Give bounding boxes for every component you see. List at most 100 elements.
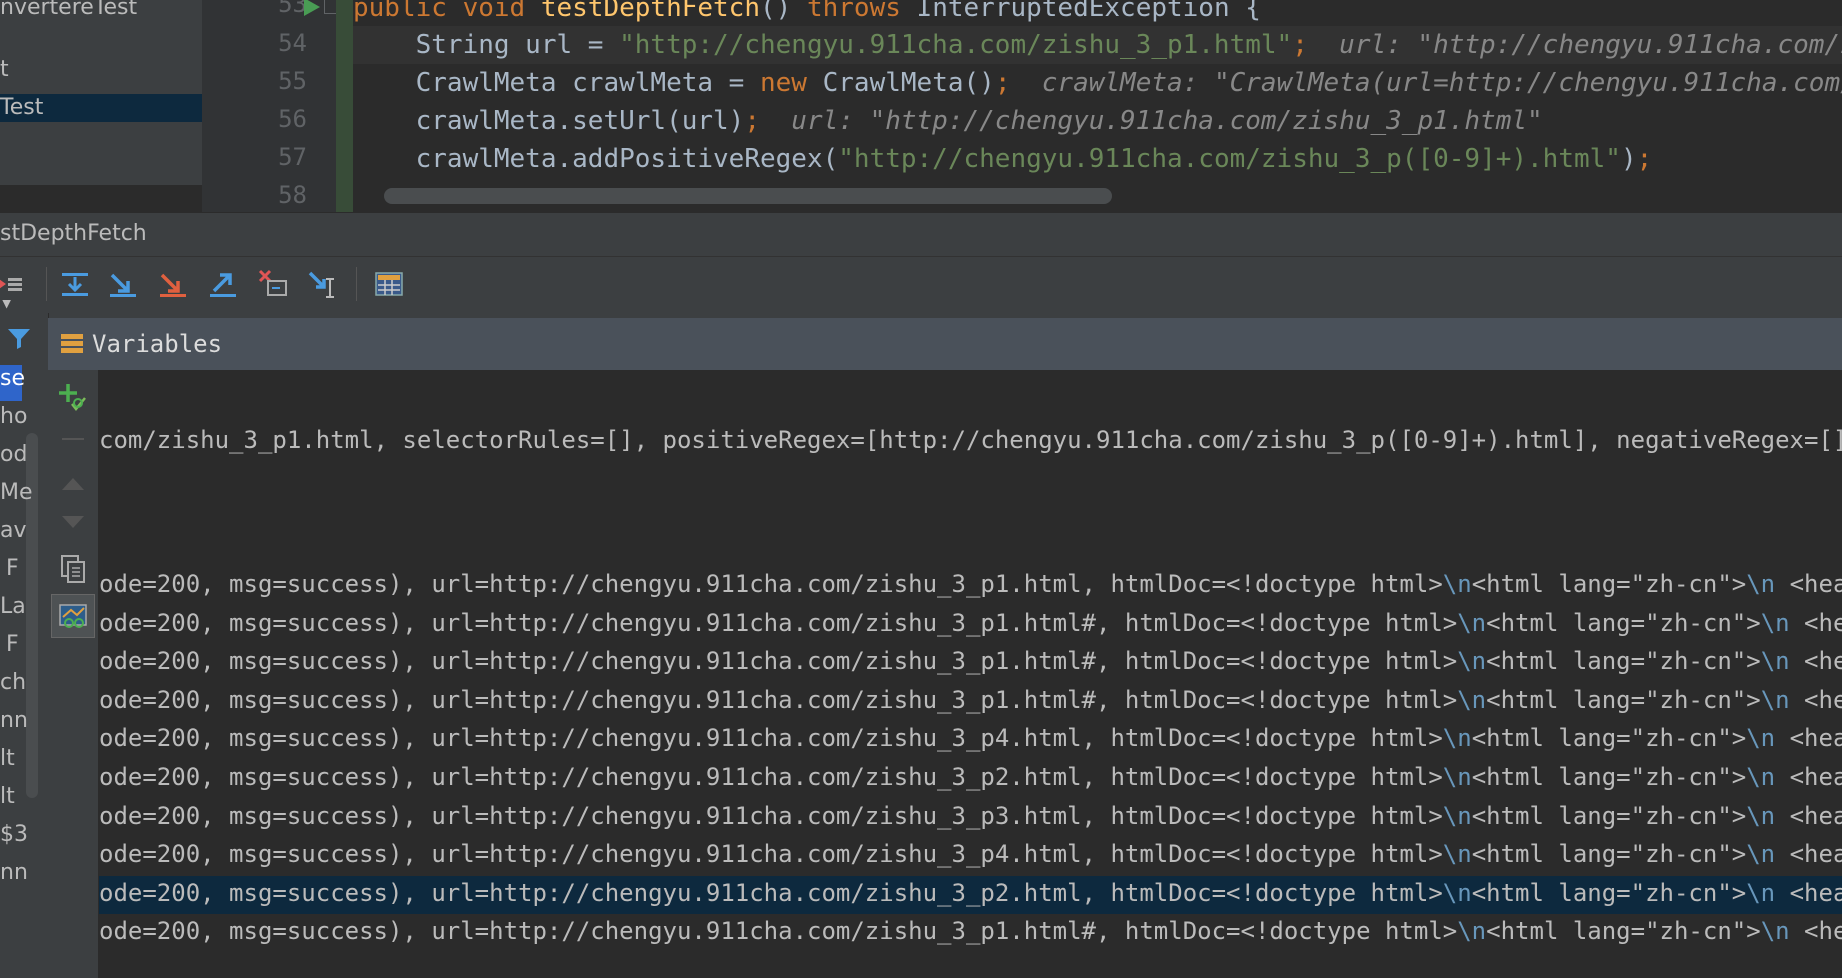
frames-list[interactable]: ▾ se ho od Me av F La F ch nn lt lt $3 n… [0, 291, 49, 978]
variables-tree[interactable]: com/zishu_3_p1.html, selectorRules=[], p… [99, 370, 1842, 978]
copy-icon[interactable] [58, 554, 88, 584]
frame-item[interactable]: av [0, 518, 27, 543]
result-row[interactable]: ode=200, msg=success), url=http://chengy… [99, 682, 1842, 718]
result-row[interactable]: ode=200, msg=success), url=http://chengy… [99, 720, 1842, 756]
result-row[interactable]: ode=200, msg=success), url=http://chengy… [99, 566, 1842, 602]
result-row[interactable]: ode=200, msg=success), url=http://chengy… [99, 759, 1842, 795]
code-token: "http://chengyu.911cha.com/zishu_3_p([0-… [838, 144, 1621, 174]
result-row[interactable]: ode=200, msg=success), url=http://chengy… [99, 643, 1842, 679]
show-watches-toggle[interactable] [51, 594, 95, 638]
remove-watch-icon[interactable] [62, 438, 84, 440]
code-token: ; [744, 106, 760, 136]
result-row-fragment: ode=200, msg=success), url=http://chengy… [99, 685, 1458, 714]
variables-panel-icon [61, 334, 83, 353]
tree-item[interactable]: nvertereTest [0, 0, 137, 22]
editor-area: nvertereTest t Test 53 54 55 56 57 58 pu… [0, 0, 1842, 212]
result-row[interactable]: ode=200, msg=success), url=http://chengy… [99, 798, 1842, 834]
vcs-change-marker [336, 0, 353, 212]
result-row-fragment: <head> [1804, 685, 1842, 714]
debug-toolbar [0, 256, 1842, 314]
step-over-icon[interactable] [106, 267, 140, 301]
result-row[interactable]: ode=200, msg=success), url=http://chengy… [99, 913, 1842, 949]
drop-frame-icon[interactable] [256, 267, 290, 301]
code-token: CrawlMeta crawlMeta = [353, 68, 760, 98]
code-token: String url = [353, 30, 620, 60]
variable-crawl-meta-value[interactable]: com/zishu_3_p1.html, selectorRules=[], p… [99, 422, 1842, 458]
result-row[interactable]: ode=200, msg=success), url=http://chengy… [99, 605, 1842, 641]
result-row-fragment: \n [1442, 801, 1472, 830]
result-row-fragment: <head> [1804, 917, 1842, 946]
result-row-fragment: ode=200, msg=success), url=http://chengy… [99, 917, 1458, 946]
show-execution-point-icon[interactable] [58, 267, 92, 301]
result-row-fragment: \n [1746, 724, 1776, 753]
result-row-fragment: <html lang="zh-cn"> [1471, 878, 1747, 907]
result-row[interactable]: ode=200, msg=success), url=http://chengy… [99, 836, 1842, 872]
result-row-fragment: \n [1442, 878, 1472, 907]
frame-item[interactable]: $3 [0, 822, 28, 847]
result-row-fragment: <head> [1789, 570, 1842, 598]
filter-icon[interactable] [6, 325, 32, 351]
code-line[interactable]: CrawlMeta crawlMeta = new CrawlMeta(); c… [353, 64, 1842, 102]
code-editor[interactable]: public void testDepthFetch() throws Inte… [353, 0, 1842, 212]
line-number: 58 [278, 181, 307, 209]
result-row-fragment: \n [1760, 608, 1790, 637]
frame-item[interactable]: Me [0, 480, 33, 505]
result-row-fragment: \n [1760, 917, 1790, 946]
horizontal-scrollbar[interactable] [384, 188, 1112, 204]
code-token: ) [1620, 144, 1637, 174]
result-row-fragment: ode=200, msg=success), url=http://chengy… [99, 801, 1443, 830]
result-row-fragment: <head> [1804, 647, 1842, 676]
code-token: ; [1636, 144, 1653, 174]
code-token: crawlMeta.addPositiveRegex( [353, 144, 839, 174]
frame-item[interactable]: ho [0, 404, 27, 429]
line-number: 56 [278, 105, 307, 133]
line-number: 57 [278, 143, 307, 171]
code-token: crawlMeta.setUrl(url) [353, 106, 745, 136]
code-token: InterruptedException { [916, 0, 1261, 23]
frame-item[interactable]: nn [0, 860, 28, 885]
frame-item[interactable]: od [0, 442, 27, 467]
result-row-fragment: ode=200, msg=success), url=http://chengy… [99, 724, 1443, 753]
frame-item[interactable]: ch [0, 670, 26, 695]
evaluate-expression-icon[interactable] [372, 267, 406, 301]
tree-item-selected[interactable]: Test [0, 94, 202, 122]
code-token: throws [806, 0, 917, 23]
debug-session-title[interactable]: stDepthFetch [0, 221, 147, 246]
code-line[interactable]: crawlMeta.setUrl(url); url: "http://chen… [353, 102, 1543, 140]
code-line[interactable]: crawlMeta.addPositiveRegex("http://cheng… [353, 140, 1653, 178]
code-line[interactable]: public void testDepthFetch() throws Inte… [353, 0, 1261, 27]
move-up-icon[interactable] [62, 478, 84, 490]
step-into-icon[interactable] [156, 267, 190, 301]
project-tree[interactable]: nvertereTest t Test [0, 0, 202, 185]
frame-item[interactable]: lt [0, 784, 15, 809]
move-down-icon[interactable] [62, 516, 84, 528]
code-line-current[interactable]: String url = "http://chengyu.911cha.com/… [353, 26, 1842, 64]
code-token: () [760, 0, 807, 23]
debug-tab-bar: stDepthFetch [0, 212, 1842, 257]
frame-item[interactable]: se [0, 366, 25, 391]
new-watch-icon[interactable] [58, 382, 88, 412]
result-row[interactable]: ode=200, msg=success), url=http://chengy… [99, 875, 1842, 911]
result-row-fragment: <html lang="zh-cn"> [1486, 685, 1761, 714]
frame-item[interactable]: lt [0, 746, 15, 771]
step-out-icon[interactable] [206, 267, 240, 301]
tree-item-label: Test [0, 95, 44, 120]
frame-item[interactable]: F [6, 632, 19, 657]
variables-actions [48, 370, 99, 978]
result-row-fragment: \n [1457, 917, 1487, 946]
line-gutter[interactable]: 53 54 55 56 57 58 [232, 0, 347, 212]
result-row-fragment: \n [1457, 685, 1487, 714]
result-row-fragment: <html lang="zh-cn"> [1471, 840, 1747, 869]
result-row-fragment: <html lang="zh-cn"> [1486, 647, 1761, 676]
toolbar-separator [356, 267, 357, 301]
tree-item[interactable]: t [0, 56, 9, 84]
code-token: new [760, 68, 823, 98]
run-to-cursor-icon[interactable] [306, 267, 340, 301]
frame-item[interactable]: nn [0, 708, 28, 733]
frame-item[interactable]: La [0, 594, 26, 619]
code-token: "http://chengyu.911cha.com/zishu_3_p1.ht… [619, 30, 1293, 60]
frame-item[interactable]: F [6, 556, 19, 581]
result-row-fragment: <html lang="zh-cn"> [1471, 801, 1747, 830]
run-test-icon[interactable] [304, 0, 320, 16]
result-row-fragment: \n [1442, 724, 1472, 753]
